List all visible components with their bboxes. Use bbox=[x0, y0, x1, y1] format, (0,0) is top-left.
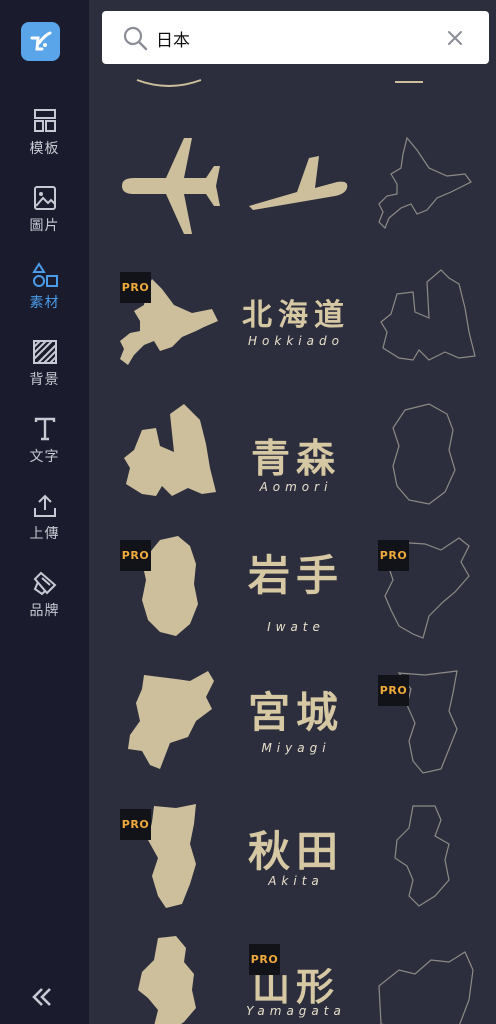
yamagata-outline-icon bbox=[394, 805, 450, 907]
sidebar-item-brand[interactable]: 品牌 bbox=[0, 565, 89, 629]
prefecture-kanji: 秋田 bbox=[247, 827, 344, 876]
sidebar-item-label: 圖片 bbox=[29, 218, 60, 234]
prefecture-kanji: 岩手 bbox=[247, 551, 344, 600]
sidebar: 模板 圖片 素材 背景 文字 上傳 品牌 bbox=[0, 0, 89, 1024]
airplane-icon bbox=[122, 138, 220, 234]
yamagata-map-icon bbox=[138, 936, 196, 1024]
pro-badge: PRO bbox=[120, 809, 151, 840]
sidebar-item-label: 背景 bbox=[29, 372, 60, 388]
iwate-outline-icon bbox=[392, 403, 456, 505]
sidebar-item-templates[interactable]: 模板 bbox=[0, 103, 89, 167]
search-input[interactable] bbox=[154, 21, 438, 56]
prefecture-title-element[interactable]: 青森 Aomori bbox=[231, 400, 361, 520]
prefecture-title-element[interactable]: 宮城 Miyagi bbox=[231, 665, 361, 785]
text-icon bbox=[34, 417, 55, 441]
pro-badge: PRO bbox=[120, 540, 151, 571]
pro-badge: PRO bbox=[249, 944, 280, 975]
yamagata-outline-element[interactable] bbox=[369, 800, 489, 920]
collapse-sidebar-button[interactable] bbox=[27, 982, 57, 1012]
sidebar-item-text[interactable]: 文字 bbox=[0, 411, 89, 475]
logo-icon bbox=[30, 31, 51, 50]
aomori-map-icon bbox=[124, 404, 216, 496]
airplane-top-element[interactable] bbox=[114, 128, 234, 248]
brand-icon bbox=[33, 571, 56, 596]
sidebar-item-label: 上傳 bbox=[29, 526, 60, 542]
element-item-partial[interactable] bbox=[129, 74, 209, 94]
yamagata-map-element[interactable] bbox=[114, 930, 234, 1024]
elements-icon bbox=[31, 262, 58, 287]
fukushima-outline-icon bbox=[378, 951, 474, 1024]
sidebar-item-backgrounds[interactable]: 背景 bbox=[0, 334, 89, 398]
sidebar-item-upload[interactable]: 上傳 bbox=[0, 488, 89, 552]
upload-icon bbox=[33, 494, 56, 517]
search-icon bbox=[123, 26, 148, 51]
clear-search-icon[interactable] bbox=[445, 28, 465, 48]
aomori-map-element[interactable] bbox=[114, 400, 234, 520]
prefecture-romaji: Iwate bbox=[267, 620, 325, 634]
sidebar-item-label: 品牌 bbox=[29, 603, 60, 619]
prefecture-romaji: Yamagata bbox=[246, 1004, 346, 1018]
template-icon bbox=[33, 109, 56, 132]
double-chevron-left-icon bbox=[32, 988, 51, 1006]
image-icon bbox=[33, 186, 56, 210]
sidebar-item-label: 素材 bbox=[29, 295, 60, 311]
prefecture-romaji: Akita bbox=[268, 874, 324, 888]
prefecture-title-element[interactable]: 岩手 Iwate bbox=[231, 532, 361, 652]
prefecture-romaji: Hokkiado bbox=[248, 334, 344, 348]
sidebar-item-elements[interactable]: 素材 bbox=[0, 257, 89, 321]
hokkaido-outline-element[interactable] bbox=[367, 128, 487, 248]
fukushima-outline-element[interactable] bbox=[369, 930, 489, 1024]
airplane-takeoff-icon bbox=[249, 156, 348, 210]
sidebar-item-images[interactable]: 圖片 bbox=[0, 180, 89, 244]
miyagi-map-element[interactable] bbox=[114, 665, 234, 785]
app-logo[interactable] bbox=[21, 22, 60, 61]
miyagi-map-icon bbox=[128, 671, 214, 769]
pro-badge: PRO bbox=[378, 675, 409, 706]
prefecture-kanji: 青森 bbox=[250, 437, 341, 482]
pro-badge: PRO bbox=[120, 272, 151, 303]
sidebar-item-label: 模板 bbox=[29, 141, 60, 157]
prefecture-title-element[interactable]: 北海道 Hokkiado bbox=[231, 262, 361, 382]
background-icon bbox=[32, 340, 57, 364]
pro-badge: PRO bbox=[378, 540, 409, 571]
hokkaido-outline-icon bbox=[378, 136, 472, 230]
prefecture-kanji: 宮城 bbox=[247, 688, 344, 737]
aomori-outline-element[interactable] bbox=[369, 262, 489, 382]
prefecture-kanji: 北海道 bbox=[242, 298, 350, 333]
airplane-takeoff-element[interactable] bbox=[239, 128, 359, 248]
aomori-outline-icon bbox=[380, 269, 476, 361]
search-bar bbox=[102, 11, 489, 64]
prefecture-romaji: Miyagi bbox=[261, 741, 331, 755]
elements-panel: PRO 北海道 Hokkiado 青森 Aomori PRO 岩手 Iwate bbox=[89, 0, 496, 1024]
element-item-partial[interactable] bbox=[389, 74, 429, 94]
prefecture-romaji: Aomori bbox=[259, 480, 333, 494]
prefecture-title-element[interactable]: 秋田 Akita bbox=[231, 800, 361, 920]
sidebar-item-label: 文字 bbox=[29, 449, 60, 465]
iwate-outline-element[interactable] bbox=[369, 400, 489, 520]
